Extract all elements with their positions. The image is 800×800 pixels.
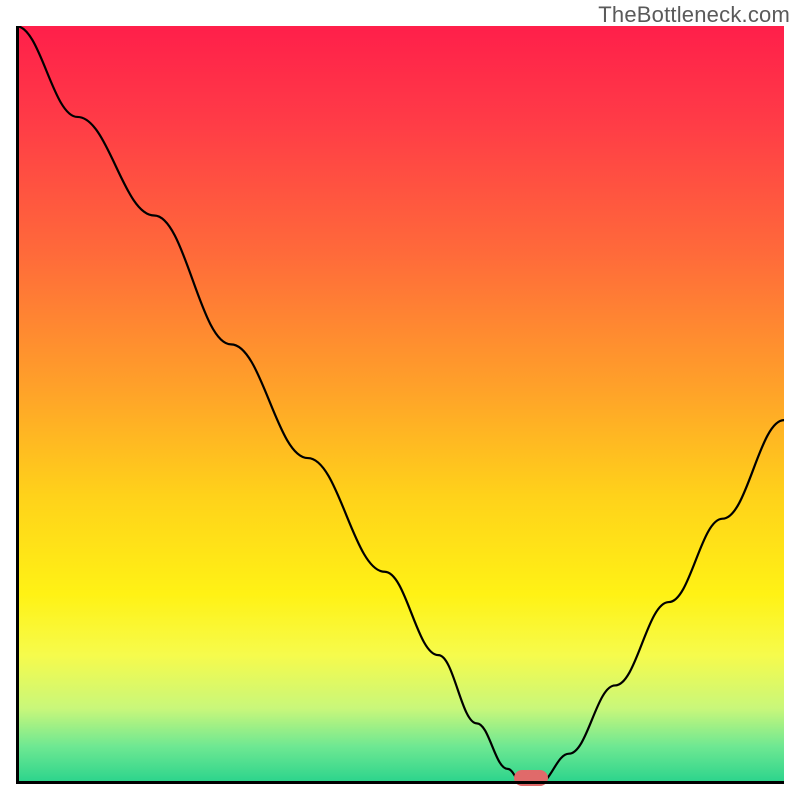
- plot-area: [16, 26, 784, 784]
- minimum-marker: [514, 770, 548, 786]
- curve-path: [16, 26, 784, 784]
- watermark-text: TheBottleneck.com: [598, 2, 790, 28]
- chart-container: TheBottleneck.com: [0, 0, 800, 800]
- bottleneck-curve: [16, 26, 784, 784]
